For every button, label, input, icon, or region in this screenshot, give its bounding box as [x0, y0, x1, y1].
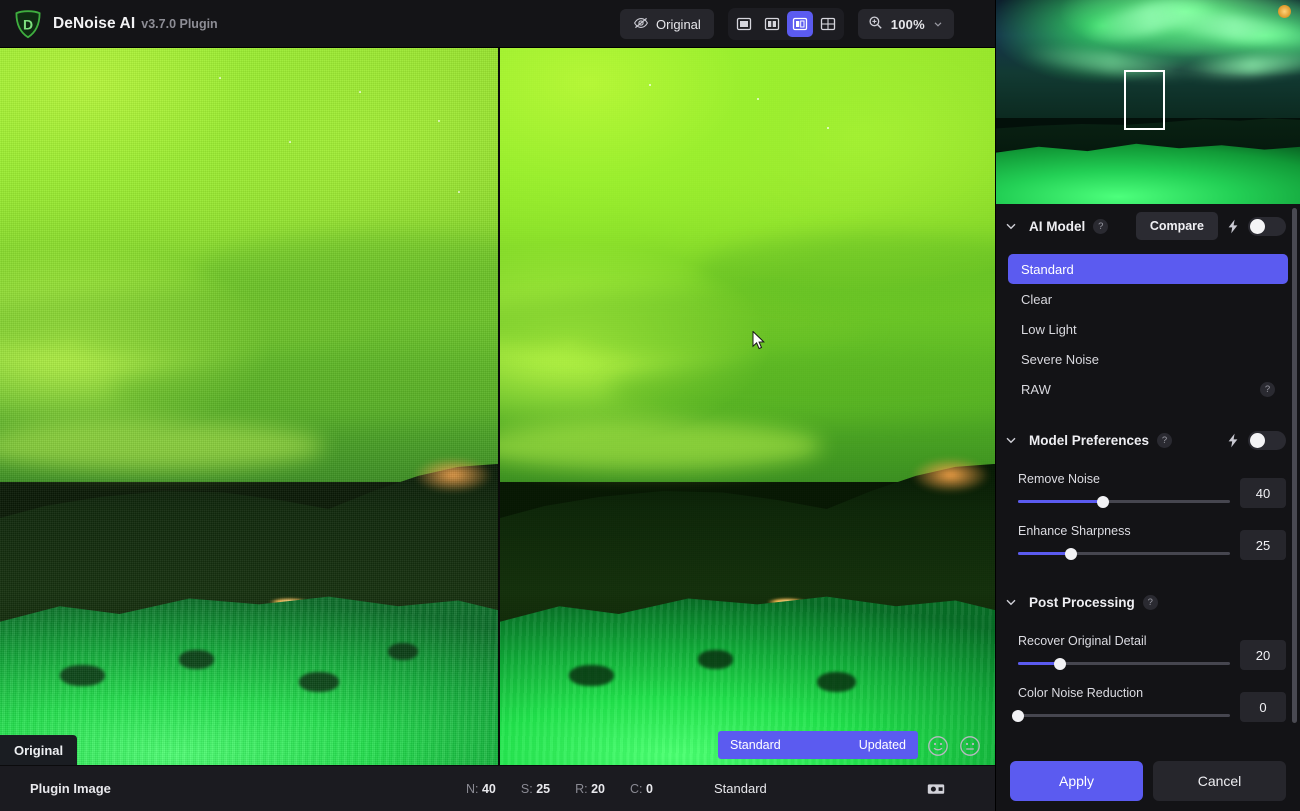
post-processing-help-icon[interactable]: ? [1143, 595, 1158, 610]
remove-noise-track[interactable] [1018, 500, 1230, 503]
slider-recover-original-detail: Recover Original Detail 20 [996, 624, 1300, 670]
enhance-sharpness-label: Enhance Sharpness [1018, 524, 1230, 538]
model-option-clear[interactable]: Clear [1008, 284, 1288, 314]
recover-original-detail-label: Recover Original Detail [1018, 634, 1230, 648]
right-settings-panel: AI Model ? Compare Standard Clear Low Li… [995, 0, 1300, 811]
model-option-low-light[interactable]: Low Light [1008, 314, 1288, 344]
app-version: v3.7.0 Plugin [141, 17, 217, 31]
model-preferences-help-icon[interactable]: ? [1157, 433, 1172, 448]
cancel-button[interactable]: Cancel [1153, 761, 1286, 801]
compare-button[interactable]: Compare [1136, 212, 1218, 240]
section-header-ai-model: AI Model ? Compare [996, 204, 1300, 248]
banner-status-label: Updated [859, 738, 906, 752]
slider-remove-noise: Remove Noise 40 [996, 462, 1300, 508]
image-comparison-area: Original [0, 48, 995, 765]
toolbar-controls: Original [620, 0, 954, 48]
recover-original-detail-track[interactable] [1018, 662, 1230, 665]
preview-camera-icon[interactable] [927, 782, 945, 796]
status-param-c: C: 0 [630, 782, 653, 796]
navigator-thumbnail[interactable] [996, 0, 1300, 204]
panel-scrollbar[interactable] [1292, 208, 1297, 744]
chevron-down-icon[interactable] [1001, 592, 1021, 612]
remove-noise-label: Remove Noise [1018, 472, 1230, 486]
chevron-down-icon[interactable] [933, 17, 943, 32]
post-processing-title: Post Processing [1029, 595, 1135, 610]
enhance-sharpness-value[interactable]: 25 [1240, 530, 1286, 560]
view-mode-split-filled[interactable] [759, 11, 785, 37]
model-option-raw[interactable]: RAW ? [1008, 374, 1288, 404]
image-pane-original[interactable]: Original [0, 48, 498, 765]
chevron-down-icon[interactable] [1001, 430, 1021, 450]
color-noise-reduction-track[interactable] [1018, 714, 1230, 717]
banner-model-label: Standard [730, 738, 781, 752]
main-area: D DeNoise AI v3.7.0 Plugin Original [0, 0, 995, 811]
slider-color-noise-reduction: Color Noise Reduction 0 [996, 670, 1300, 722]
panel-scrollbar-thumb[interactable] [1292, 208, 1297, 723]
model-option-standard[interactable]: Standard [1008, 254, 1288, 284]
bottom-status-bar: Plugin Image N: 40 S: 25 R: 20 C: 0 [0, 765, 995, 811]
view-mode-group [728, 8, 844, 40]
smiley-neutral-icon[interactable] [957, 733, 983, 759]
magnifier-plus-icon [868, 15, 883, 33]
top-toolbar: D DeNoise AI v3.7.0 Plugin Original [0, 0, 995, 48]
update-status-banner: Standard Updated [718, 731, 918, 759]
lightning-bolt-icon [1226, 219, 1240, 234]
svg-text:D: D [23, 16, 33, 32]
ai-model-help-icon[interactable]: ? [1093, 219, 1108, 234]
lightning-bolt-icon [1226, 433, 1240, 448]
model-preferences-title: Model Preferences [1029, 433, 1149, 448]
slider-enhance-sharpness: Enhance Sharpness 25 [996, 508, 1300, 560]
original-label: Original [656, 18, 701, 31]
moon-icon [1278, 5, 1291, 18]
color-noise-reduction-value[interactable]: 0 [1240, 692, 1286, 722]
status-param-r: R: 20 [575, 782, 605, 796]
zoom-control[interactable]: 100% [858, 9, 954, 39]
model-option-severe-noise[interactable]: Severe Noise [1008, 344, 1288, 374]
app-branding: D DeNoise AI v3.7.0 Plugin [0, 9, 218, 39]
eye-off-icon [633, 15, 649, 34]
ai-model-auto-toggle[interactable] [1248, 217, 1286, 236]
remove-noise-value[interactable]: 40 [1240, 478, 1286, 508]
recover-original-detail-value[interactable]: 20 [1240, 640, 1286, 670]
status-model-name: Standard [714, 781, 767, 796]
view-mode-quad[interactable] [815, 11, 841, 37]
color-noise-reduction-label: Color Noise Reduction [1018, 686, 1230, 700]
apply-button[interactable]: Apply [1010, 761, 1143, 801]
status-param-s: S: 25 [521, 782, 550, 796]
pane-tag-original: Original [0, 735, 77, 765]
zoom-level-value: 100% [891, 17, 925, 32]
image-pane-processed[interactable]: Standard Updated [498, 48, 995, 765]
status-param-n: N: 40 [466, 782, 496, 796]
panel-action-buttons: Apply Cancel [996, 750, 1300, 811]
settings-scroll-area: AI Model ? Compare Standard Clear Low Li… [996, 204, 1300, 750]
original-toggle-button[interactable]: Original [620, 9, 714, 39]
raw-help-icon[interactable]: ? [1260, 382, 1275, 397]
ai-model-title: AI Model [1029, 219, 1085, 234]
view-mode-split[interactable] [787, 11, 813, 37]
ai-model-options: Standard Clear Low Light Severe Noise RA… [996, 248, 1300, 404]
view-mode-single[interactable] [731, 11, 757, 37]
section-header-model-preferences: Model Preferences ? [996, 418, 1300, 462]
status-parameters: N: 40 S: 25 R: 20 C: 0 [466, 782, 653, 796]
denoise-shield-d-logo-icon: D [13, 9, 43, 39]
app-title: DeNoise AI [53, 15, 135, 33]
aurora-waterfall-photo-processed [500, 48, 995, 765]
viewport-rectangle[interactable] [1124, 70, 1165, 130]
enhance-sharpness-track[interactable] [1018, 552, 1230, 555]
model-preferences-auto-toggle[interactable] [1248, 431, 1286, 450]
denoise-ai-window: D DeNoise AI v3.7.0 Plugin Original [0, 0, 1300, 811]
section-header-post-processing: Post Processing ? [996, 580, 1300, 624]
aurora-waterfall-photo-original [0, 48, 498, 765]
smiley-happy-icon[interactable] [925, 733, 951, 759]
status-image-name: Plugin Image [0, 781, 111, 796]
feedback-buttons [925, 733, 983, 759]
chevron-down-icon[interactable] [1001, 216, 1021, 236]
